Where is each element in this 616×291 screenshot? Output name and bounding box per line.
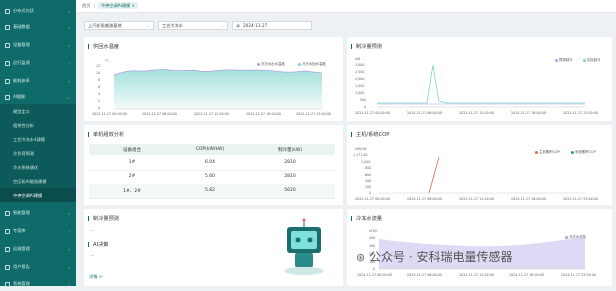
wrench-icon (5, 246, 10, 252)
device-icon (5, 42, 10, 48)
chevron-down-icon: ⌄ (147, 24, 150, 28)
sidebar-item-ops[interactable]: 运维管理 › (0, 242, 76, 256)
supply-temp-chart (113, 69, 323, 110)
sidebar-subitem-correlation[interactable]: 相关性分析 (0, 118, 76, 132)
book-icon (5, 228, 10, 234)
sidebar-subitem-hvac[interactable]: 中央空调AI建模 (0, 188, 76, 202)
sidebar-item-smart[interactable]: 智能管理 › (0, 206, 76, 220)
details-link[interactable]: 详情 > (89, 274, 102, 280)
date-picker[interactable]: ▣ 2024-11-27 (232, 21, 312, 30)
card-title: AI决策 (87, 241, 109, 248)
database-icon (5, 24, 10, 30)
robot-illustration (284, 218, 324, 275)
sidebar-item-basic[interactable]: 基础数据 › (0, 20, 76, 34)
cop-chart (379, 156, 585, 194)
sidebar: 分布式光伏 › 基础数据 › 设备管理 › 运行监测 › 能耗体系 › AI赋能 ⌄ 模型定… (0, 0, 76, 287)
sidebar-subitem-optimize[interactable]: 冷水系统调优 (0, 160, 76, 174)
sidebar-item-report[interactable]: 用户报告 › (0, 260, 76, 274)
report-icon (5, 264, 10, 270)
return-temp-area (114, 69, 322, 109)
table-row: 1# 6.04 2810 (89, 156, 335, 171)
sidebar-item-device[interactable]: 设备管理 › (0, 38, 76, 52)
cop-card: 主机/系统COP 主机累积COP 系统累积COP kW/kW 1,171.62 … (347, 125, 612, 205)
grid-icon (5, 210, 10, 216)
chevron-right-icon: › (68, 210, 70, 216)
sidebar-subitem-compressor[interactable]: 空压机AI能效建模 (0, 174, 76, 188)
card-title: 制冷量预测 (88, 215, 119, 222)
table-row: 1#、2# 5.82 5620 (89, 184, 335, 199)
chevron-down-icon: ⌄ (66, 94, 70, 100)
process-select[interactable]: 工艺冷冻水 ⌄ (158, 21, 228, 30)
calendar-icon: ▣ (236, 23, 240, 28)
sidebar-subitem-chilled-water[interactable]: 工艺冷冻水4建模 (0, 132, 76, 146)
home-tab[interactable]: 首页 (82, 3, 90, 9)
chevron-right-icon: › (68, 8, 70, 14)
supply-temp-card: 供回水温度 冷冻水出水温度 冷冻水回水温度 ℃ 12 10 8 6 4 2 0 … (84, 37, 343, 121)
chevron-right-icon: › (68, 228, 70, 234)
tab-separator: | (94, 3, 96, 8)
close-icon[interactable]: × (132, 3, 136, 8)
top-bar: 首页 | 中央空调AI建模 × (76, 0, 616, 13)
sidebar-item-ai[interactable]: AI赋能 ⌄ (0, 90, 76, 104)
sidebar-item-system[interactable]: 系统管理 › (0, 277, 76, 291)
chevron-down-icon: ⌄ (221, 24, 224, 28)
ai-icon (5, 94, 10, 100)
sidebar-subitem-model[interactable]: 模型定义 (0, 104, 76, 118)
chevron-right-icon: › (68, 264, 70, 270)
watermark: ⊛ 公众号 · 安科瑞电量传感器 (356, 250, 513, 264)
table-header: 设备组合 COP(kW/kW) 制冷量(kW) (89, 144, 335, 155)
actual-cooling-line (377, 64, 585, 104)
ai-decision-card: 制冷量预测 -- AI决策 -- 详情 > (84, 209, 343, 286)
sidebar-subitem-load-forecast[interactable]: 冷负荷预测 (0, 146, 76, 160)
chevron-right-icon: › (68, 24, 70, 30)
sun-icon (5, 8, 10, 14)
cooling-forecast-card: 制冷量预测 预测制冷 实际制冷 kW 3,000 2,500 2,000 1,5… (347, 37, 612, 121)
sidebar-item-expert[interactable]: 专家库 › (0, 224, 76, 238)
monitor-icon (5, 60, 10, 66)
sidebar-item-pv[interactable]: 分布式光伏 › (0, 4, 76, 18)
tab-hvac-ai[interactable]: 中央空调AI建模 × (98, 2, 139, 9)
chevron-right-icon: › (68, 42, 70, 48)
card-title: 单机组效分析 (87, 131, 125, 138)
sidebar-item-monitor[interactable]: 运行监测 › (0, 56, 76, 70)
chevron-right-icon: › (68, 60, 70, 66)
cooling-forecast-chart (377, 64, 585, 108)
site-select[interactable]: 上汽轮驱威驰基地 ⌄ (84, 21, 154, 30)
chevron-right-icon: › (68, 78, 70, 84)
chevron-right-icon: › (68, 246, 70, 252)
energy-icon (5, 78, 10, 84)
host-cop-line (428, 156, 440, 194)
sidebar-item-energy[interactable]: 能耗体系 › (0, 74, 76, 88)
table-row: 2# 5.60 2810 (89, 170, 335, 185)
